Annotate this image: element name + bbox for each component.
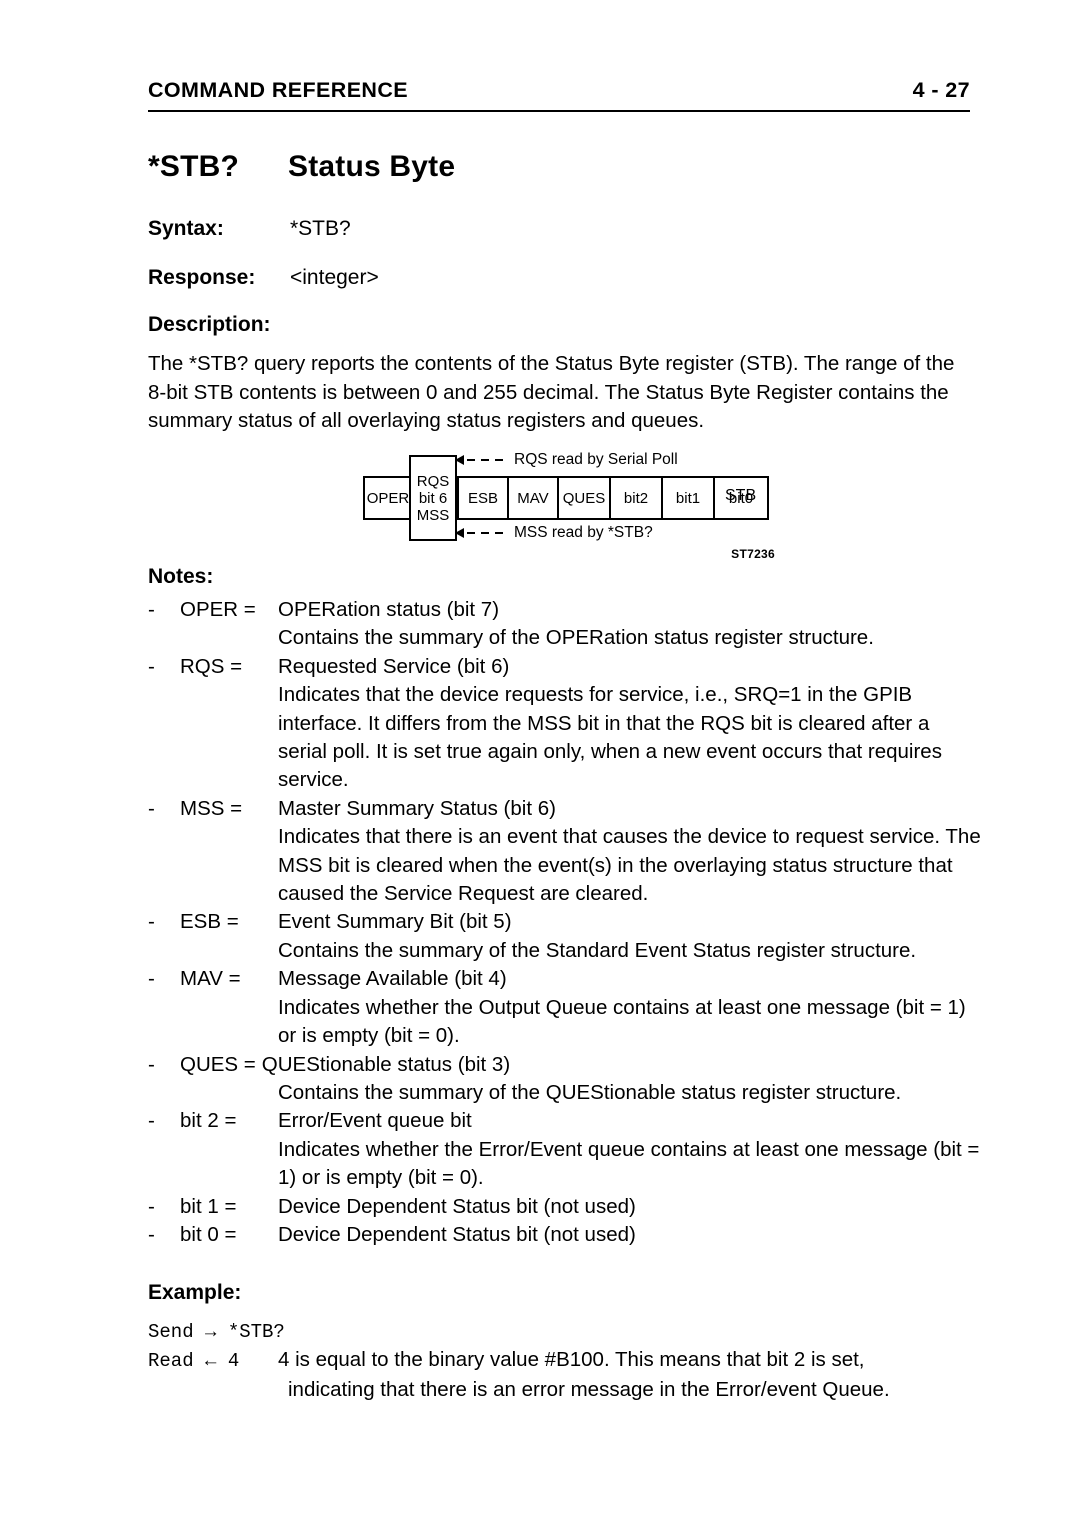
- example-block: Send → *STB? Read ← 4 4 is equal to the …: [148, 1318, 982, 1404]
- register-cell-mav: MAV: [509, 478, 559, 518]
- note-item-bit1: - bit 1 = Device Dependent Status bit (n…: [148, 1193, 982, 1221]
- annotation-bottom-label: MSS read by *STB?: [514, 524, 653, 541]
- example-read-line: Read ← 4 4 is equal to the binary value …: [148, 1346, 982, 1375]
- register-label-stb: STB: [725, 487, 757, 504]
- header-section-title: COMMAND REFERENCE: [148, 78, 409, 102]
- example-read-code: Read ← 4: [148, 1350, 240, 1373]
- note-item-esb: - ESB = Event Summary Bit (bit 5) Contai…: [148, 908, 982, 965]
- example-read-explanation: 4 is equal to the binary value #B100. Th…: [278, 1348, 865, 1372]
- annotation-mss-read-by-stb: MSS read by *STB?: [455, 524, 653, 542]
- page-header: COMMAND REFERENCE 4 - 27: [148, 78, 970, 103]
- note-head: - bit 1 = Device Dependent Status bit (n…: [148, 1193, 982, 1221]
- note-head: - MSS = Master Summary Status (bit 6): [148, 795, 982, 823]
- notes-list: - OPER = OPERation status (bit 7) Contai…: [148, 596, 982, 1249]
- register-cell-bit1: bit1: [663, 478, 715, 518]
- note-item-ques: - QUES = QUEStionable status (bit 3) Con…: [148, 1051, 982, 1108]
- header-divider: [148, 110, 970, 112]
- dashed-line-icon: [467, 459, 507, 461]
- note-body: Contains the summary of the QUEStionable…: [278, 1080, 902, 1104]
- figure-id: ST7236: [731, 547, 775, 561]
- note-head: - QUES = QUEStionable status (bit 3): [148, 1051, 982, 1079]
- note-head: - OPER = OPERation status (bit 7): [148, 596, 982, 624]
- note-head: - ESB = Event Summary Bit (bit 5): [148, 908, 982, 936]
- register-cell-bit2: bit2: [611, 478, 663, 518]
- note-item-bit2: - bit 2 = Error/Event queue bit Indicate…: [148, 1107, 982, 1192]
- bullet-dash: -: [148, 967, 155, 991]
- response-value: <integer>: [290, 266, 379, 289]
- note-item-rqs: - RQS = Requested Service (bit 6) Indica…: [148, 653, 982, 795]
- note-definition: Device Dependent Status bit (not used): [278, 1222, 636, 1246]
- response-label: Response:: [148, 266, 256, 289]
- note-body: Indicates that there is an event that ca…: [278, 825, 981, 906]
- register-cell-ques: QUES: [559, 478, 611, 518]
- syntax-row: Syntax: *STB?: [148, 217, 351, 241]
- rqs-box-line-mss: MSS: [416, 506, 450, 524]
- description-paragraph: The *STB? query reports the contents of …: [148, 352, 955, 432]
- rqs-box-line-rqs: RQS: [416, 472, 450, 490]
- note-term: MAV =: [180, 967, 241, 991]
- note-head: - bit 2 = Error/Event queue bit: [148, 1107, 982, 1135]
- note-term: RQS =: [180, 654, 243, 678]
- bullet-dash: -: [148, 654, 155, 678]
- note-term: OPER =: [180, 598, 256, 621]
- arrow-left-icon: [455, 455, 464, 465]
- status-byte-register-diagram: OPER ESB MAV QUES bit2 bit1 bit0 RQS bit…: [355, 443, 775, 561]
- note-term: bit 1 =: [180, 1194, 237, 1218]
- dashed-line-icon: [467, 532, 507, 534]
- note-definition: Message Available (bit 4): [278, 967, 507, 991]
- bullet-dash: -: [148, 1052, 155, 1076]
- bullet-dash: -: [148, 796, 155, 820]
- note-body: Contains the summary of the Standard Eve…: [278, 938, 917, 962]
- note-head: - MAV = Message Available (bit 4): [148, 965, 982, 993]
- note-definition: Error/Event queue bit: [278, 1109, 472, 1133]
- bullet-dash: -: [148, 1109, 155, 1133]
- bullet-dash: -: [148, 910, 155, 934]
- note-term: bit 2 =: [180, 1109, 237, 1133]
- note-term: QUES =: [180, 1052, 256, 1076]
- note-definition: Master Summary Status (bit 6): [278, 796, 556, 820]
- bullet-dash: -: [148, 1194, 155, 1218]
- bullet-dash: -: [148, 1222, 155, 1246]
- example-heading: Example:: [148, 1281, 242, 1304]
- syntax-value: *STB?: [290, 217, 351, 240]
- note-body: Contains the summary of the OPERation st…: [278, 626, 874, 650]
- note-body: Indicates whether the Error/Event queue …: [278, 1137, 980, 1190]
- example-send-line: Send → *STB?: [148, 1318, 982, 1346]
- response-row: Response: <integer>: [148, 266, 379, 290]
- rqs-mss-overlay-box: RQS bit 6 MSS: [409, 455, 457, 541]
- page-number: 4 - 27: [912, 78, 970, 102]
- note-definition: QUEStionable status (bit 3): [261, 1052, 511, 1076]
- note-term: ESB =: [180, 910, 239, 934]
- note-body: Indicates that the device requests for s…: [278, 683, 942, 792]
- bullet-dash: -: [148, 598, 155, 621]
- note-item-mav: - MAV = Message Available (bit 4) Indica…: [148, 965, 982, 1050]
- register-cell-oper: OPER: [365, 478, 413, 518]
- description-heading: Description:: [148, 313, 271, 336]
- note-item-mss: - MSS = Master Summary Status (bit 6) In…: [148, 795, 982, 909]
- page-title: *STB? Status Byte: [148, 150, 455, 184]
- note-definition: OPERation status (bit 7): [278, 598, 500, 621]
- annotation-top-label: RQS read by Serial Poll: [514, 451, 678, 468]
- document-page: COMMAND REFERENCE 4 - 27 *STB? Status Byt…: [0, 0, 1080, 1529]
- note-item-oper: - OPER = OPERation status (bit 7) Contai…: [148, 596, 982, 653]
- note-head: - RQS = Requested Service (bit 6): [148, 653, 982, 681]
- command-name: *STB?: [148, 150, 239, 183]
- rqs-box-line-bit6: bit 6: [418, 489, 448, 507]
- note-definition: Requested Service (bit 6): [278, 654, 510, 678]
- register-cell-esb: ESB: [459, 478, 509, 518]
- note-term: bit 0 =: [180, 1222, 237, 1246]
- annotation-rqs-read-by-serial-poll: RQS read by Serial Poll: [455, 451, 678, 469]
- arrow-left-icon: [455, 528, 464, 538]
- example-read-explanation-continued: indicating that there is an error messag…: [288, 1377, 890, 1401]
- note-item-bit0: - bit 0 = Device Dependent Status bit (n…: [148, 1221, 982, 1249]
- example-send-code: Send → *STB?: [148, 1321, 285, 1343]
- note-term: MSS =: [180, 796, 243, 820]
- note-definition: Event Summary Bit (bit 5): [278, 910, 512, 934]
- notes-heading: Notes:: [148, 565, 214, 588]
- command-description-name: Status Byte: [288, 150, 456, 183]
- syntax-label: Syntax:: [148, 217, 224, 240]
- note-head: - bit 0 = Device Dependent Status bit (n…: [148, 1221, 982, 1249]
- note-definition: Device Dependent Status bit (not used): [278, 1194, 636, 1218]
- note-body: Indicates whether the Output Queue conta…: [278, 995, 966, 1048]
